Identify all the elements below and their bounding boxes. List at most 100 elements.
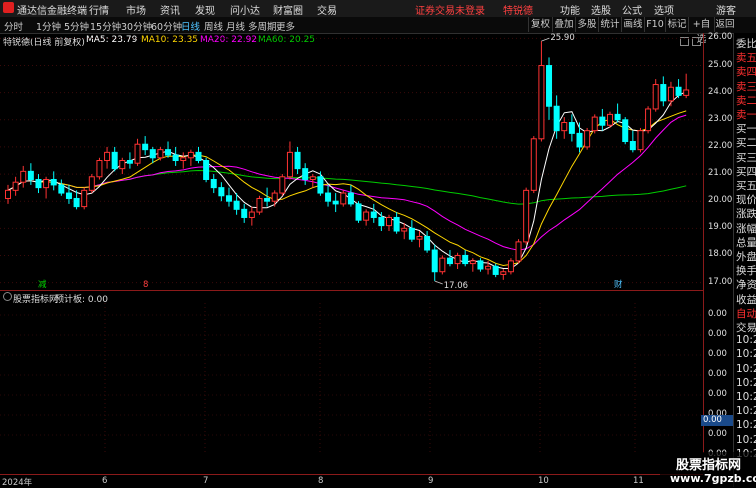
candle[interactable]: [5, 184, 11, 204]
candle[interactable]: [340, 190, 347, 207]
candle[interactable]: [454, 252, 461, 270]
period-fenshi[interactable]: 分时: [4, 19, 23, 33]
period-more[interactable]: 更多: [276, 19, 295, 33]
stats-button[interactable]: 统计: [598, 17, 621, 32]
candle[interactable]: [469, 258, 476, 272]
candle[interactable]: [27, 163, 34, 185]
menu-caifuquan[interactable]: 财富圈: [273, 2, 303, 17]
candle[interactable]: [408, 220, 415, 242]
menu-jiaoyi[interactable]: 交易: [317, 2, 337, 17]
candle[interactable]: [218, 182, 225, 202]
menu-gongshi[interactable]: 公式: [622, 2, 642, 17]
candle[interactable]: [309, 174, 316, 188]
candle[interactable]: [20, 165, 27, 188]
candle[interactable]: [462, 250, 469, 267]
candle[interactable]: [271, 190, 278, 207]
period-5min[interactable]: 5分钟: [64, 19, 89, 33]
candle[interactable]: [591, 114, 598, 134]
candle[interactable]: [134, 138, 141, 166]
menu-zixun[interactable]: 资讯: [160, 2, 180, 17]
menu-shichang[interactable]: 市场: [126, 2, 146, 17]
candle[interactable]: [538, 41, 545, 142]
candle[interactable]: [279, 174, 286, 196]
candle[interactable]: [96, 157, 103, 180]
period-15min[interactable]: 15分钟: [90, 19, 121, 33]
candle[interactable]: [325, 184, 332, 207]
candle[interactable]: [652, 79, 659, 112]
event-marker[interactable]: 8: [143, 280, 148, 290]
candle[interactable]: [523, 187, 530, 245]
candle[interactable]: [317, 171, 324, 196]
menu-xuangu[interactable]: 选股: [591, 2, 611, 17]
candle[interactable]: [104, 146, 111, 169]
candle[interactable]: [210, 174, 217, 194]
candle[interactable]: [576, 122, 583, 153]
candle[interactable]: [614, 103, 621, 123]
candle[interactable]: [195, 146, 202, 164]
candle[interactable]: [332, 193, 339, 213]
candle[interactable]: [431, 244, 438, 281]
candle[interactable]: [424, 231, 431, 253]
period-60min[interactable]: 60分钟: [151, 19, 182, 33]
candle[interactable]: [111, 146, 118, 172]
period-weekly[interactable]: 周线: [204, 19, 223, 33]
candle[interactable]: [180, 152, 187, 169]
candle[interactable]: [50, 171, 57, 191]
candle[interactable]: [35, 174, 42, 194]
candle[interactable]: [256, 195, 263, 215]
candle[interactable]: [81, 187, 88, 210]
indicator-chart[interactable]: [0, 303, 703, 453]
login-status[interactable]: 证券交易未登录: [415, 2, 485, 17]
period-daily[interactable]: 日线: [181, 19, 200, 33]
candle[interactable]: [599, 108, 606, 131]
candle[interactable]: [561, 117, 568, 139]
candle[interactable]: [667, 81, 674, 107]
candle[interactable]: [355, 201, 362, 223]
candle[interactable]: [439, 255, 446, 275]
multi-stock-button[interactable]: 多股: [575, 17, 598, 32]
candle[interactable]: [294, 146, 301, 175]
candle[interactable]: [347, 184, 354, 207]
candle[interactable]: [507, 258, 514, 275]
candle[interactable]: [515, 239, 522, 264]
period-multi[interactable]: 多周期: [248, 19, 277, 33]
period-1min[interactable]: 1分钟: [36, 19, 61, 33]
candle[interactable]: [477, 258, 484, 272]
candle[interactable]: [530, 136, 537, 194]
candle[interactable]: [584, 127, 591, 150]
candle[interactable]: [370, 203, 377, 223]
candle[interactable]: [43, 176, 50, 199]
menu-gongneng[interactable]: 功能: [560, 2, 580, 17]
candle[interactable]: [119, 157, 126, 175]
candle[interactable]: [203, 157, 210, 183]
candle[interactable]: [149, 146, 156, 164]
candle[interactable]: [629, 130, 636, 153]
candle[interactable]: [187, 149, 194, 166]
candle[interactable]: [363, 209, 370, 226]
indicator-settings-icon[interactable]: [3, 292, 12, 301]
menu-wenxiaoda[interactable]: 问小达: [230, 2, 260, 17]
candle[interactable]: [606, 111, 613, 128]
candle[interactable]: [500, 269, 507, 280]
fuquan-button[interactable]: 复权: [528, 17, 552, 32]
candle[interactable]: [675, 79, 682, 99]
candle[interactable]: [165, 141, 172, 158]
candle[interactable]: [126, 152, 133, 169]
candle[interactable]: [142, 136, 149, 156]
candle[interactable]: [622, 117, 629, 145]
period-30min[interactable]: 30分钟: [121, 19, 152, 33]
overlay-button[interactable]: 叠加: [552, 17, 575, 32]
event-marker[interactable]: 减: [38, 279, 47, 290]
candle[interactable]: [660, 76, 667, 107]
menu-faxian[interactable]: 发现: [195, 2, 215, 17]
kline-chart[interactable]: 25.90 17.06 减 8 财: [0, 33, 703, 290]
f10-button[interactable]: F10: [644, 17, 665, 32]
candle[interactable]: [637, 127, 644, 153]
candle[interactable]: [683, 73, 690, 99]
candle[interactable]: [248, 206, 255, 226]
event-marker[interactable]: 财: [614, 279, 623, 290]
candle[interactable]: [58, 179, 65, 196]
candle[interactable]: [645, 106, 652, 134]
back-button[interactable]: 返回: [714, 17, 735, 32]
candle[interactable]: [172, 146, 179, 166]
